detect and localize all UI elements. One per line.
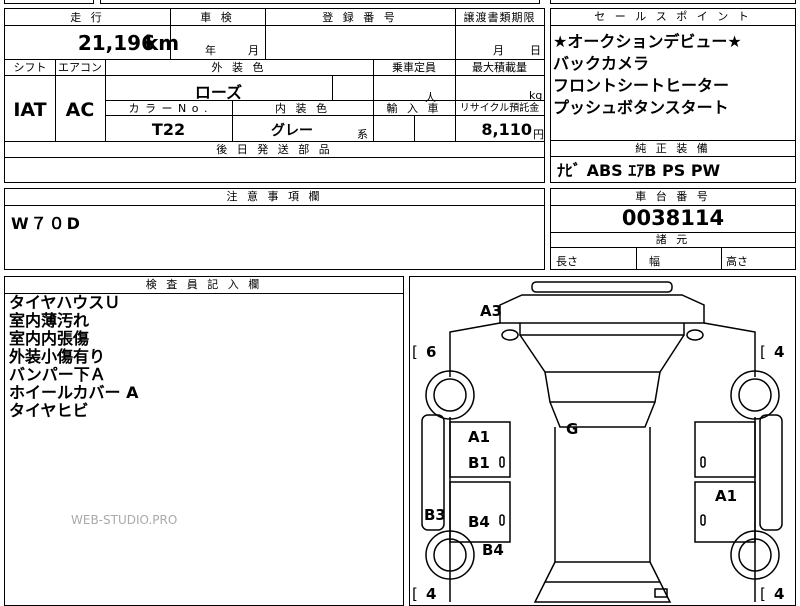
- top-strip-mid: [100, 0, 540, 4]
- length-label: 長さ: [556, 255, 578, 268]
- tire-left-top-label: 6: [426, 343, 436, 361]
- inspector-note-item: 室内薄汚れ: [9, 311, 90, 330]
- sales-points-header: セ ー ル ス ポ イ ン ト: [594, 10, 752, 23]
- mark-a1-left: A1: [468, 428, 490, 446]
- interior-suffix: 系: [357, 128, 368, 141]
- tire-right-bottom-bracket: [: [760, 585, 766, 603]
- notes-value: W７０D: [11, 214, 82, 233]
- standard-equipment-header: 純 正 装 備: [635, 142, 711, 155]
- recycle-header: リサイクル預託金: [459, 103, 540, 114]
- sales-points-box: セ ー ル ス ポ イ ン ト ★オークションデビュー★ バックカメラ フロント…: [550, 8, 796, 183]
- car-diagram-box: [ 6 [ 4 [ 4 [ 4 A3 G A1 B1 A1 B3 B4 B4: [409, 276, 796, 606]
- transfer-day: 日: [530, 44, 541, 57]
- tire-left-bottom-bracket: [: [412, 585, 418, 603]
- color-no-header: カ ラ ー N o .: [128, 102, 209, 115]
- sales-point-item: バックカメラ: [553, 54, 650, 73]
- mark-b3: B3: [424, 506, 446, 524]
- inspector-header: 検 査 員 記 入 欄: [145, 278, 263, 291]
- exterior-header: 外 装 色: [211, 61, 267, 74]
- watermark: WEB-STUDIO.PRO: [71, 513, 178, 527]
- tire-left-bottom-label: 4: [426, 585, 436, 603]
- tire-right-top-label: 4: [774, 343, 784, 361]
- interior-header: 内 装 色: [275, 102, 330, 115]
- sales-point-item: ★オークションデビュー★: [553, 32, 742, 51]
- color-no-value: T22: [151, 120, 186, 139]
- car-diagram: [ 6 [ 4 [ 4 [ 4 A3 G A1 B1 A1 B3 B4 B4: [412, 281, 784, 603]
- inspector-note-item: ホイールカバー A: [9, 383, 139, 402]
- inspector-box: 検 査 員 記 入 欄 タイヤハウスＵ 室内薄汚れ 室内内張傷 外装小傷有り バ…: [4, 276, 404, 606]
- top-strip-left: [4, 0, 94, 4]
- transfer-month: 月: [493, 44, 504, 57]
- chassis-box: 車 台 番 号 0038114 諸 元 長さ 幅 高さ: [550, 188, 796, 270]
- mileage-unit: km: [145, 31, 180, 55]
- inspection-month: 月: [248, 44, 259, 57]
- shift-header: シフト: [13, 61, 47, 74]
- inspection-year: 年: [205, 44, 216, 57]
- inspector-notes: タイヤハウスＵ 室内薄汚れ 室内内張傷 外装小傷有り バンパー下Ａ ホイールカバ…: [9, 294, 399, 420]
- mark-b4-rear: B4: [482, 541, 504, 559]
- height-label: 高さ: [726, 255, 748, 268]
- capacity-header: 乗車定員: [392, 61, 436, 74]
- tire-right-top-bracket: [: [760, 343, 766, 361]
- mileage-header: 走 行: [70, 11, 105, 24]
- recycle-unit: 円: [533, 128, 544, 141]
- inspector-note-item: 外装小傷有り: [9, 347, 106, 366]
- load-header: 最大積載量: [472, 61, 527, 74]
- import-header: 輸 入 車: [386, 102, 442, 115]
- mark-g: G: [566, 420, 578, 438]
- inspector-note-item: タイヤヒビ: [9, 401, 89, 420]
- chassis-header: 車 台 番 号: [635, 190, 711, 203]
- tire-right-bottom-label: 4: [774, 585, 784, 603]
- sales-point-item: プッシュボタンスタート: [553, 98, 729, 117]
- sales-point-item: フロントシートヒーター: [553, 76, 730, 95]
- sales-points-list: ★オークションデビュー★ バックカメラ フロントシートヒーター プッシュボタンス…: [553, 31, 793, 119]
- chassis-number: 0038114: [621, 206, 725, 230]
- interior-value: グレー: [271, 123, 313, 139]
- width-label: 幅: [649, 255, 660, 268]
- mark-b1-left: B1: [468, 454, 490, 472]
- top-strip-right: [550, 0, 796, 4]
- inspection-header: 車 検: [200, 11, 235, 24]
- recycle-value: 8,110: [481, 120, 532, 139]
- tire-left-top-bracket: [: [412, 343, 418, 361]
- mark-b4-door: B4: [468, 513, 490, 531]
- standard-equipment-value: ﾅﾋﾞ ABS ｴｱB PS PW: [557, 161, 721, 180]
- mileage-value: 21,196: [77, 31, 155, 55]
- ac-header: エアコン: [58, 61, 102, 74]
- notes-box: 注 意 事 項 欄 W７０D: [4, 188, 545, 270]
- later-parts-header: 後 日 発 送 部 品: [216, 143, 333, 156]
- mark-a3: A3: [480, 302, 502, 320]
- mark-a1-right: A1: [715, 487, 737, 505]
- inspector-note-item: バンパー下Ａ: [9, 365, 106, 384]
- vehicle-info-form: 走 行 車 検 登 録 番 号 譲渡書類期限 21,196 km 年 月 月 日…: [4, 8, 545, 183]
- ac-value: AC: [65, 99, 95, 121]
- registration-header: 登 録 番 号: [322, 11, 398, 24]
- shift-value: IAT: [13, 99, 47, 121]
- spec-header: 諸 元: [655, 233, 691, 246]
- notes-header: 注 意 事 項 欄: [226, 190, 323, 203]
- inspector-note-item: タイヤハウスＵ: [9, 293, 121, 312]
- transfer-header: 譲渡書類期限: [463, 11, 536, 24]
- inspector-note-item: 室内内張傷: [9, 329, 90, 348]
